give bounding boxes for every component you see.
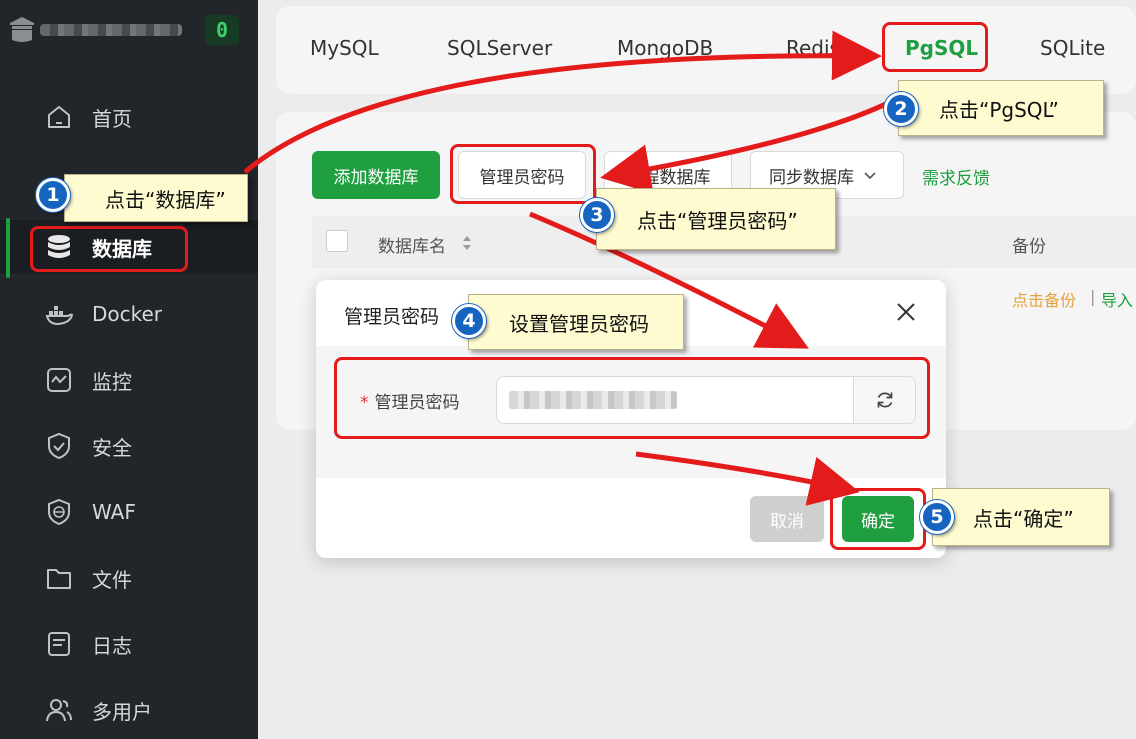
dialog-title: 管理员密码 — [344, 306, 440, 328]
sidebar-item-security[interactable]: 安全 — [0, 419, 258, 473]
step-number-1: 1 — [36, 178, 70, 212]
brand: 0 — [0, 0, 258, 60]
sync-database-label: 同步数据库 — [769, 167, 854, 188]
callout-step-3: 点击“管理员密码” — [596, 188, 836, 250]
tab-redis[interactable]: Redis — [786, 36, 840, 60]
step-number-5: 5 — [920, 500, 954, 534]
callout-step-4: 设置管理员密码 — [468, 294, 684, 350]
import-link[interactable]: 导入 — [1101, 287, 1133, 311]
logo-icon — [10, 17, 34, 42]
callout-step-5: 点击“确定” — [932, 488, 1110, 546]
sidebar-item-label: 日志 — [92, 633, 132, 658]
sidebar-item-label: Docker — [92, 302, 163, 326]
folder-icon — [47, 569, 71, 589]
sidebar-item-monitor[interactable]: 监控 — [0, 353, 258, 407]
sidebar-item-logs[interactable]: 日志 — [0, 617, 258, 671]
log-icon — [48, 632, 70, 656]
sidebar-item-label: 首页 — [92, 106, 132, 131]
active-indicator — [6, 218, 10, 278]
highlight-database — [30, 226, 188, 272]
separator: | — [1090, 287, 1096, 306]
sidebar-item-label: 安全 — [92, 435, 132, 460]
tab-mysql[interactable]: MySQL — [310, 36, 379, 60]
step-number-4: 4 — [452, 304, 486, 338]
docker-icon — [45, 306, 74, 326]
feedback-link[interactable]: 需求反馈 — [922, 164, 990, 189]
tab-mongodb[interactable]: MongoDB — [617, 36, 713, 60]
notification-badge[interactable]: 0 — [205, 15, 239, 45]
highlight-pgsql — [882, 22, 988, 72]
chevron-down-icon — [864, 172, 876, 180]
backup-link[interactable]: 点击备份 — [1012, 287, 1076, 311]
users-icon — [46, 699, 72, 722]
sidebar-item-label: WAF — [92, 500, 136, 524]
cancel-button[interactable]: 取消 — [750, 496, 824, 542]
column-header-backup: 备份 — [1012, 237, 1046, 257]
callout-step-2: 点击“PgSQL” — [898, 80, 1104, 136]
shield-check-icon — [48, 432, 70, 460]
highlight-password-field — [334, 357, 930, 439]
sidebar-item-label: 多用户 — [92, 699, 152, 724]
step-number-2: 2 — [884, 92, 918, 126]
sidebar-item-docker[interactable]: Docker — [0, 287, 258, 341]
tab-sqlite[interactable]: SQLite — [1040, 36, 1105, 60]
column-header-name[interactable]: 数据库名 — [378, 232, 446, 257]
site-name-blurred — [40, 24, 182, 36]
sidebar-item-label: 文件 — [92, 567, 132, 592]
select-all-checkbox[interactable] — [326, 230, 348, 252]
tab-sqlserver[interactable]: SQLServer — [447, 36, 552, 60]
add-database-button[interactable]: 添加数据库 — [312, 151, 440, 199]
sidebar-item-waf[interactable]: WAF — [0, 485, 258, 539]
highlight-admin-password — [450, 144, 596, 204]
highlight-confirm — [830, 488, 926, 550]
sidebar-item-users[interactable]: 多用户 — [0, 683, 258, 737]
sidebar: 0 首页 数据库 Docker 监控 安全 WAF 文件 日志 多用户 — [0, 0, 258, 739]
sidebar-item-home[interactable]: 首页 — [0, 90, 258, 144]
step-number-3: 3 — [580, 198, 614, 232]
sidebar-item-files[interactable]: 文件 — [0, 551, 258, 605]
home-icon — [48, 106, 70, 128]
sidebar-item-label: 监控 — [92, 369, 132, 394]
close-icon[interactable] — [894, 300, 918, 324]
sort-icon[interactable] — [460, 233, 474, 253]
monitor-icon — [47, 368, 71, 392]
callout-step-1: 点击“数据库” — [64, 174, 248, 222]
globe-shield-icon — [48, 498, 70, 526]
